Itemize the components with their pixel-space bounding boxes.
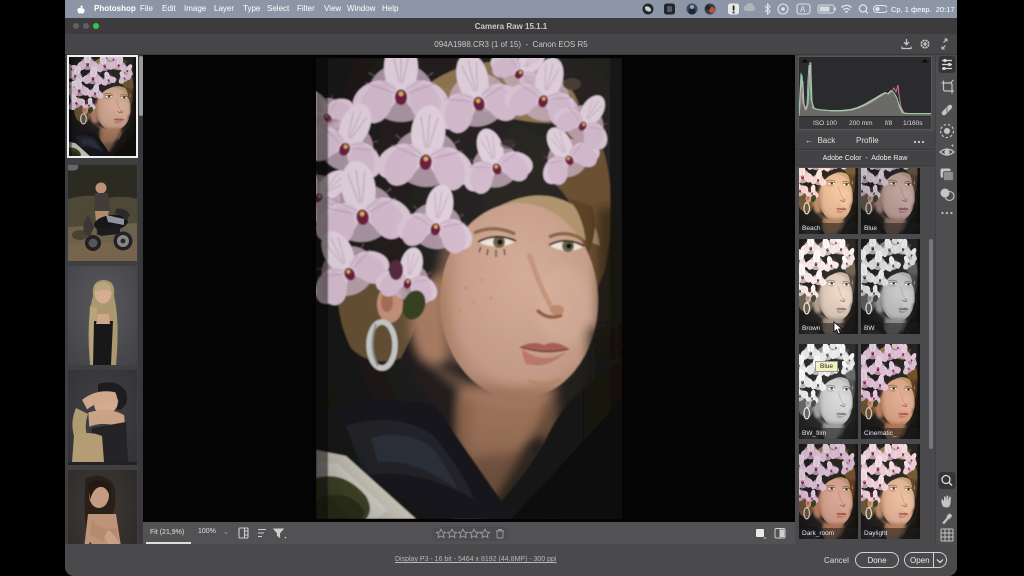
svg-text:A: A <box>800 5 806 14</box>
